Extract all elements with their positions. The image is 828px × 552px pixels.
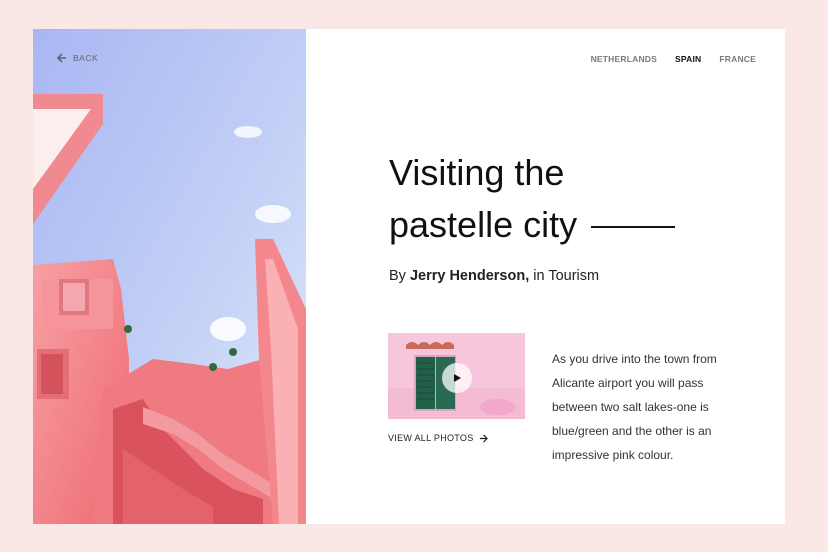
article-title: Visiting the pastelle city	[389, 147, 729, 251]
byline: By Jerry Henderson, in Tourism	[389, 268, 599, 284]
play-button[interactable]	[442, 363, 472, 393]
article-card: BACK NETHERLANDS SPAIN FRANCE Visiting t…	[33, 29, 785, 524]
title-dash-divider	[591, 226, 676, 228]
view-all-photos-link[interactable]: VIEW ALL PHOTOS	[388, 433, 488, 443]
nav-item-spain[interactable]: SPAIN	[675, 54, 701, 64]
title-line-2: pastelle city	[389, 204, 578, 245]
arrow-right-icon	[479, 433, 488, 443]
article-description: As you drive into the town from Alicante…	[552, 352, 717, 462]
nav-item-france[interactable]: FRANCE	[719, 54, 756, 64]
back-label: BACK	[73, 53, 99, 63]
back-link[interactable]: BACK	[57, 53, 98, 63]
video-thumbnail[interactable]	[388, 333, 525, 419]
hero-image: BACK	[33, 29, 306, 524]
arrow-left-icon	[57, 53, 66, 63]
view-all-label: VIEW ALL PHOTOS	[388, 433, 474, 443]
by-prefix: By	[389, 268, 406, 284]
title-line-1: Visiting the	[389, 152, 565, 193]
pink-building-photo	[33, 29, 306, 524]
author-name[interactable]: Jerry Henderson,	[410, 268, 529, 284]
country-nav: NETHERLANDS SPAIN FRANCE	[591, 54, 756, 64]
nav-item-netherlands[interactable]: NETHERLANDS	[591, 54, 657, 64]
play-icon	[454, 374, 461, 382]
title-line-2-wrap: pastelle city	[389, 199, 729, 251]
category-text: in Tourism	[533, 268, 600, 284]
